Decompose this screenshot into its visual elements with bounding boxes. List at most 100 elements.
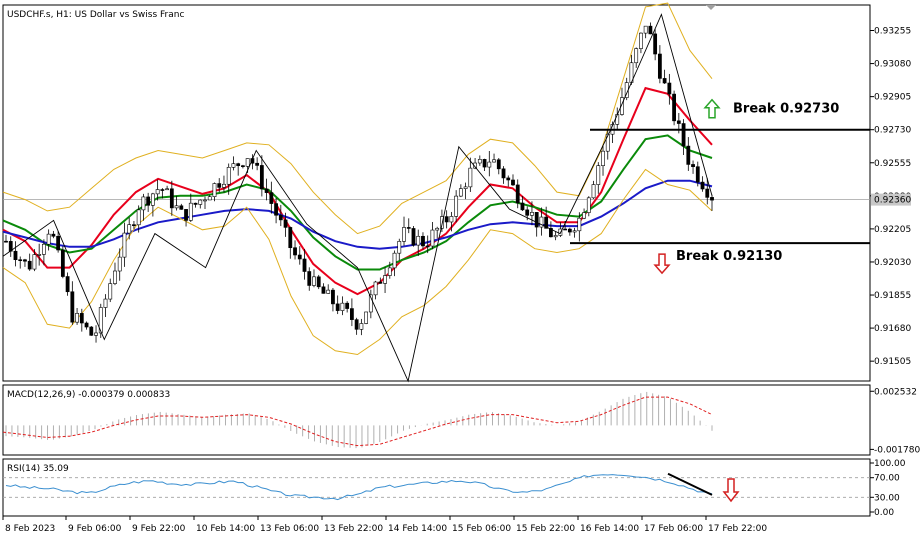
candle-body xyxy=(236,163,241,166)
x-tick-label: 17 Feb 06:00 xyxy=(644,524,703,534)
rsi-tick-label: 0.00 xyxy=(874,508,894,518)
candle-body xyxy=(515,184,520,204)
macd-pane-title: MACD(12,26,9) -0.000379 0.000833 xyxy=(7,390,170,400)
candle-body xyxy=(94,332,98,336)
candle-body xyxy=(591,184,596,199)
candle-body xyxy=(662,78,667,84)
candle-body xyxy=(463,186,468,189)
down-arrow-icon xyxy=(653,253,671,275)
candle-body xyxy=(255,162,260,166)
candle-body xyxy=(288,227,293,249)
x-tick-label: 14 Feb 14:00 xyxy=(388,524,447,534)
candle-body xyxy=(383,275,387,284)
x-tick-label: 15 Feb 06:00 xyxy=(452,524,511,534)
candle-body xyxy=(79,313,84,324)
candle-body xyxy=(392,252,397,269)
candle-body xyxy=(179,205,184,210)
candle-body xyxy=(492,159,496,163)
macd-tick-label: 0.002532 xyxy=(874,387,917,397)
candle-body xyxy=(577,217,582,232)
candle-body xyxy=(4,240,8,243)
x-tick-label: 9 Feb 22:00 xyxy=(132,524,186,534)
candle-body xyxy=(335,303,340,311)
candle-body xyxy=(397,241,402,254)
candle-body xyxy=(477,159,482,164)
candle-body xyxy=(27,260,32,270)
candle-body xyxy=(354,319,359,330)
candle-body xyxy=(700,181,705,190)
candle-body xyxy=(520,202,525,211)
break-up-label: Break 0.92730 xyxy=(733,102,839,117)
indicator-line-0 xyxy=(2,86,713,296)
candle-body xyxy=(132,224,136,226)
chart-root: 0.93255 0.93080 0.92905 0.92730 0.92555 0.923… xyxy=(0,0,920,540)
indicator-line-2 xyxy=(2,179,713,250)
candle-body xyxy=(307,271,312,286)
candle-body xyxy=(430,229,435,247)
candle-body xyxy=(710,197,714,201)
candle-body xyxy=(695,166,700,183)
x-tick-label: 10 Feb 14:00 xyxy=(196,524,255,534)
candle-body xyxy=(643,25,648,34)
candle-body xyxy=(411,228,416,246)
candle-body xyxy=(13,250,18,261)
x-tick-label: 15 Feb 22:00 xyxy=(516,524,575,534)
candle-body xyxy=(113,270,117,284)
candle-body xyxy=(482,159,487,168)
candle-body xyxy=(691,164,695,168)
candle-body xyxy=(283,219,288,228)
candle-body xyxy=(534,212,539,228)
candle-body xyxy=(501,168,506,179)
candle-body xyxy=(406,227,411,229)
candle-body xyxy=(321,286,326,294)
candle-body xyxy=(349,308,354,320)
candle-body xyxy=(278,214,283,221)
candle-body xyxy=(89,326,94,336)
candle-body xyxy=(165,188,170,191)
candle-body xyxy=(226,167,231,185)
candle-body xyxy=(487,161,492,168)
candle-body xyxy=(582,212,586,219)
rsi-tick-label: 30.00 xyxy=(874,493,900,503)
candle-body xyxy=(601,150,605,166)
candle-body xyxy=(293,247,297,256)
candle-body xyxy=(127,224,132,234)
candle-body xyxy=(146,196,151,206)
price-tick-label: 0.91680 xyxy=(874,324,911,334)
candle-body xyxy=(387,267,392,276)
candle-body xyxy=(345,302,350,309)
candle-body xyxy=(586,197,591,213)
candle-body xyxy=(359,323,364,330)
candle-body xyxy=(269,192,274,204)
candle-body xyxy=(141,196,146,211)
candle-body xyxy=(46,233,51,245)
scroll-marker-icon xyxy=(706,5,716,10)
candle-body xyxy=(425,245,430,248)
candle-body xyxy=(51,233,56,237)
candle-body xyxy=(331,289,335,305)
candle-body xyxy=(231,163,236,168)
x-tick-label: 8 Feb 2023 xyxy=(5,524,55,534)
candle-body xyxy=(416,235,421,246)
price-tick-label: 0.92905 xyxy=(874,93,911,103)
candle-body xyxy=(639,32,643,49)
candle-body xyxy=(312,276,316,286)
candle-body xyxy=(212,183,217,197)
candle-body xyxy=(184,209,188,221)
candle-body xyxy=(373,281,378,296)
macd-tick-label: -0.001780 xyxy=(874,445,920,455)
chart-svg: 0.93255 0.93080 0.92905 0.92730 0.92555 0.923… xyxy=(2,2,920,534)
candle-body xyxy=(193,202,198,205)
candle-body xyxy=(511,179,515,186)
candle-body xyxy=(222,183,226,188)
candle-body xyxy=(567,228,572,233)
candle-body xyxy=(454,195,459,217)
candle-body xyxy=(316,276,321,288)
candle-body xyxy=(60,249,65,277)
candle-body xyxy=(274,203,278,216)
price-tick-label: 0.92555 xyxy=(874,159,911,169)
candle-body xyxy=(686,145,691,165)
candle-body xyxy=(326,289,331,294)
candle-body xyxy=(169,188,174,209)
candle-body xyxy=(70,291,75,323)
